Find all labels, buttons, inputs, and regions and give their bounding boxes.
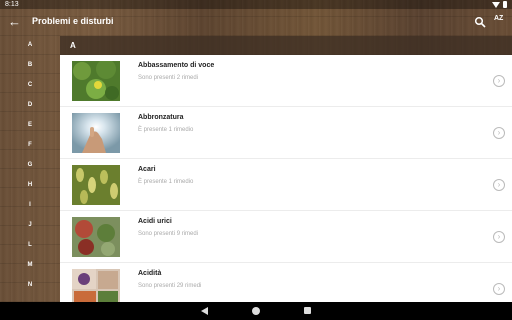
alphabet-letter-j[interactable]: J	[24, 222, 36, 228]
alphabet-letter-n[interactable]: N	[24, 282, 36, 288]
item-title: Abbronzatura	[138, 114, 184, 121]
alphabet-letter-l[interactable]: L	[24, 242, 36, 248]
alphabet-letter-d[interactable]: D	[24, 102, 36, 108]
item-subtitle: Sono presenti 9 rimedi	[138, 231, 199, 237]
wifi-icon	[492, 1, 500, 8]
system-nav-bar	[0, 302, 512, 320]
alphabet-letter-m[interactable]: M	[24, 262, 36, 268]
alphabet-letter-h[interactable]: H	[24, 182, 36, 188]
chevron-right-circle-icon[interactable]: ›	[493, 283, 505, 295]
item-subtitle: Sono presenti 29 rimedi	[138, 283, 202, 289]
chevron-right-circle-icon[interactable]: ›	[493, 75, 505, 87]
chevron-right-circle-icon[interactable]: ›	[493, 127, 505, 139]
status-bar: 8:13	[0, 0, 512, 9]
item-title: Acidità	[138, 270, 162, 277]
search-icon[interactable]	[474, 16, 486, 28]
page-title: Problemi e disturbi	[32, 16, 114, 26]
list-item[interactable]: Acari È presente 1 rimedio ›	[60, 159, 512, 211]
alphabet-letter-c[interactable]: C	[24, 82, 36, 88]
nav-home-icon[interactable]	[252, 307, 260, 315]
section-letter: A	[70, 41, 76, 50]
sort-az-icon[interactable]: AZ	[494, 15, 503, 23]
alphabet-letter-i[interactable]: I	[24, 202, 36, 208]
item-subtitle: È presente 1 rimedio	[138, 127, 194, 133]
app-bar: ← Problemi e disturbi AZ	[0, 9, 512, 36]
chevron-right-circle-icon[interactable]: ›	[493, 231, 505, 243]
alphabet-letter-b[interactable]: B	[24, 62, 36, 68]
item-title: Acidi urici	[138, 218, 172, 225]
thumbnail-image	[72, 269, 120, 302]
status-time: 8:13	[5, 1, 19, 8]
alphabet-letter-a[interactable]: A	[24, 42, 36, 48]
item-title: Acari	[138, 166, 156, 173]
thumbnail-image	[72, 165, 120, 205]
item-title: Abbassamento di voce	[138, 62, 215, 69]
section-header: A	[60, 36, 512, 55]
battery-icon	[503, 1, 507, 8]
nav-recents-icon[interactable]	[304, 307, 311, 314]
chevron-right-circle-icon[interactable]: ›	[493, 179, 505, 191]
nav-back-icon[interactable]	[201, 307, 208, 315]
arrow-back-icon[interactable]: ←	[8, 14, 22, 30]
thumbnail-image	[72, 61, 120, 101]
alphabet-index: A B C D E F G H I J L M N	[0, 36, 60, 302]
list-item[interactable]: Abbassamento di voce Sono presenti 2 rim…	[60, 55, 512, 107]
alphabet-letter-f[interactable]: F	[24, 142, 36, 148]
alphabet-letter-g[interactable]: G	[24, 162, 36, 168]
item-subtitle: Sono presenti 2 rimedi	[138, 75, 199, 81]
list-item[interactable]: Abbronzatura È presente 1 rimedio ›	[60, 107, 512, 159]
problems-list: Abbassamento di voce Sono presenti 2 rim…	[60, 55, 512, 302]
list-item[interactable]: Acidità Sono presenti 29 rimedi ›	[60, 263, 512, 302]
thumbnail-image	[72, 113, 120, 153]
list-item[interactable]: Acidi urici Sono presenti 9 rimedi ›	[60, 211, 512, 263]
status-icons	[492, 1, 507, 8]
alphabet-letter-e[interactable]: E	[24, 122, 36, 128]
thumbnail-image	[72, 217, 120, 257]
item-subtitle: È presente 1 rimedio	[138, 179, 194, 185]
